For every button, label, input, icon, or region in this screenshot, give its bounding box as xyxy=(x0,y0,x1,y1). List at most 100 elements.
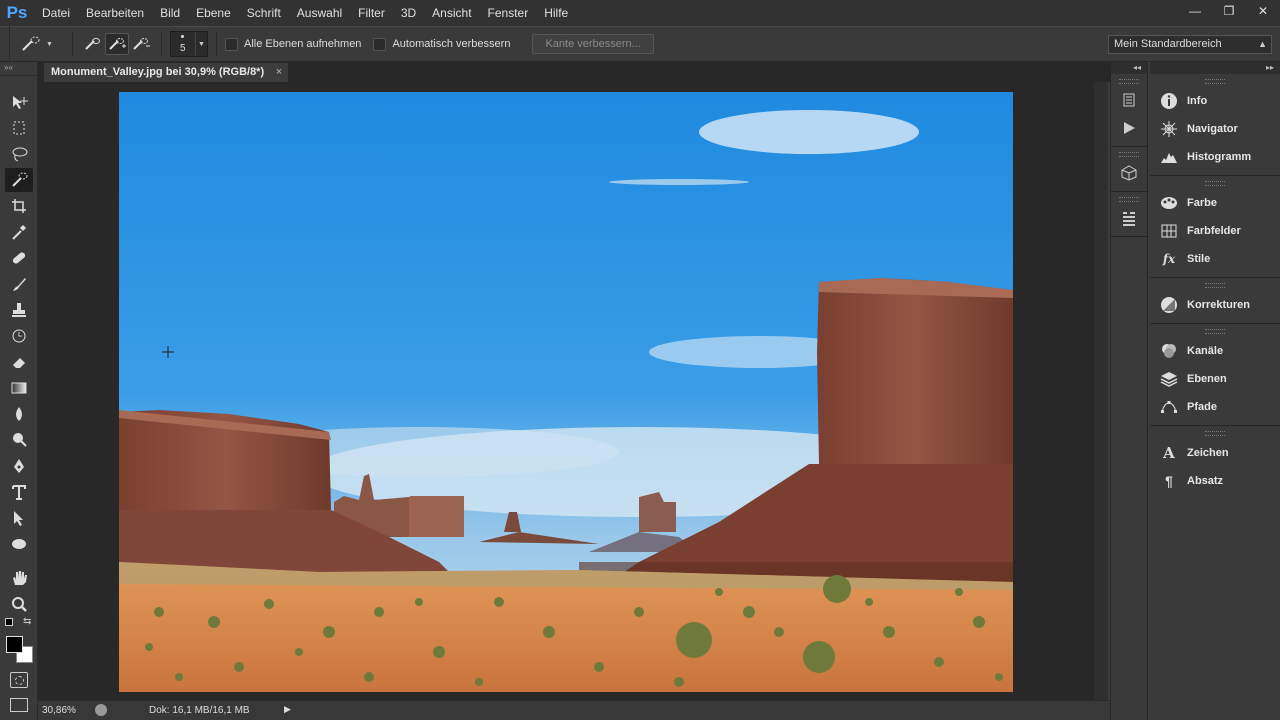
pen-tool[interactable] xyxy=(5,454,33,478)
panel-styles-label: Stile xyxy=(1187,253,1211,265)
menu-auswahl[interactable]: Auswahl xyxy=(289,0,350,26)
status-info-icon[interactable] xyxy=(95,704,107,716)
quick-mask-button[interactable] xyxy=(10,672,28,688)
blur-icon xyxy=(16,407,22,421)
subtract-from-selection-mode-button[interactable] xyxy=(129,33,153,55)
status-menu-arrow-icon[interactable]: ▶ xyxy=(284,704,291,715)
dock-grip[interactable] xyxy=(1205,329,1225,334)
actions-play-icon[interactable] xyxy=(1117,116,1141,140)
workspace-selector[interactable]: Mein Standardbereich ▲ xyxy=(1108,35,1272,54)
refine-edge-button[interactable]: Kante verbessern... xyxy=(532,34,654,54)
vertical-scrollbar[interactable] xyxy=(1094,82,1108,700)
workspace-value: Mein Standardbereich xyxy=(1114,38,1222,50)
crop-tool[interactable] xyxy=(5,194,33,218)
marquee-tool[interactable] xyxy=(5,116,33,140)
menu-schrift[interactable]: Schrift xyxy=(239,0,289,26)
type-tool[interactable] xyxy=(5,480,33,504)
panel-info[interactable]: Info xyxy=(1150,87,1280,115)
checkbox-box[interactable] xyxy=(373,37,387,51)
marquee-icon xyxy=(13,121,25,135)
history-brush-tool[interactable] xyxy=(5,324,33,348)
panel-layers[interactable]: Ebenen xyxy=(1150,365,1280,393)
swatches-icon xyxy=(1159,221,1179,241)
brush-tool[interactable] xyxy=(5,272,33,296)
dock-grip[interactable] xyxy=(1205,431,1225,436)
dock-grip[interactable] xyxy=(1119,79,1139,84)
minimize-button[interactable]: — xyxy=(1178,0,1212,22)
swap-colors-icon[interactable]: ⇆ xyxy=(23,616,31,627)
restore-button[interactable]: ❐ xyxy=(1212,0,1246,22)
history-icon[interactable] xyxy=(1117,88,1141,112)
new-selection-mode-button[interactable] xyxy=(81,33,105,55)
zoom-tool[interactable] xyxy=(5,592,33,616)
gradient-icon xyxy=(11,382,27,394)
menu-ebene[interactable]: Ebene xyxy=(188,0,239,26)
dock-grip[interactable] xyxy=(1205,181,1225,186)
screen-mode-button[interactable] xyxy=(10,698,28,712)
document-tab[interactable]: Monument_Valley.jpg bei 30,9% (RGB/8*) × xyxy=(44,63,289,82)
dodge-tool[interactable] xyxy=(5,428,33,452)
menu-fenster[interactable]: Fenster xyxy=(480,0,537,26)
panel-character[interactable]: A Zeichen xyxy=(1150,439,1280,467)
add-to-selection-mode-button[interactable] xyxy=(105,33,129,55)
panel-adjustments-label: Korrekturen xyxy=(1187,299,1250,311)
eraser-tool[interactable] xyxy=(5,350,33,374)
menu-datei[interactable]: Datei xyxy=(34,0,78,26)
brush-size-picker[interactable]: 5 ▼ xyxy=(170,31,208,57)
3d-panel-icon[interactable] xyxy=(1117,161,1141,185)
dock-collapse-toggle[interactable]: ▸▸ xyxy=(1150,62,1280,74)
eyedropper-tool[interactable] xyxy=(5,220,33,244)
zoom-level-field[interactable]: 30,86% xyxy=(42,703,90,718)
dock-collapse-toggle[interactable]: ◂◂ xyxy=(1111,62,1147,74)
panel-adjustments[interactable]: Korrekturen xyxy=(1150,291,1280,319)
menu-filter[interactable]: Filter xyxy=(350,0,393,26)
options-bar-grip[interactable] xyxy=(0,26,10,62)
history-brush-icon xyxy=(12,329,26,343)
navigator-icon xyxy=(1159,119,1179,139)
checkbox-box[interactable] xyxy=(225,37,238,51)
menu-ansicht[interactable]: Ansicht xyxy=(424,0,479,26)
default-colors-icon[interactable] xyxy=(5,618,13,626)
clone-stamp-tool[interactable] xyxy=(5,298,33,322)
close-button[interactable]: ✕ xyxy=(1246,0,1280,22)
sample-all-layers-checkbox[interactable]: Alle Ebenen aufnehmen xyxy=(225,37,361,51)
panel-channels[interactable]: Kanäle xyxy=(1150,337,1280,365)
path-selection-tool[interactable] xyxy=(5,506,33,530)
quick-selection-icon xyxy=(22,36,40,51)
hand-tool[interactable] xyxy=(5,566,33,590)
menu-bild[interactable]: Bild xyxy=(152,0,188,26)
dock-grip[interactable] xyxy=(1205,283,1225,288)
pen-icon xyxy=(14,459,24,473)
shape-tool[interactable] xyxy=(5,532,33,556)
info-icon xyxy=(1159,91,1179,111)
chevron-down-icon[interactable]: ▼ xyxy=(195,32,207,56)
panel-color[interactable]: Farbe xyxy=(1150,189,1280,217)
close-tab-icon[interactable]: × xyxy=(276,63,282,82)
menu-3d[interactable]: 3D xyxy=(393,0,424,26)
foreground-color-swatch[interactable] xyxy=(6,636,23,653)
quick-selection-tool[interactable] xyxy=(5,168,33,192)
dock-grip[interactable] xyxy=(1119,152,1139,157)
panel-styles[interactable]: fx Stile xyxy=(1150,245,1280,273)
gradient-tool[interactable] xyxy=(5,376,33,400)
tool-preset-picker[interactable]: ▼ xyxy=(20,32,64,56)
menu-hilfe[interactable]: Hilfe xyxy=(536,0,576,26)
dock-grip[interactable] xyxy=(1119,197,1139,202)
auto-enhance-checkbox[interactable]: Automatisch verbessern xyxy=(373,37,510,51)
panel-histogram[interactable]: Histogramm xyxy=(1150,143,1280,171)
document-image[interactable] xyxy=(119,92,1013,692)
panel-navigator[interactable]: Navigator xyxy=(1150,115,1280,143)
move-tool[interactable] xyxy=(5,90,33,114)
blur-tool[interactable] xyxy=(5,402,33,426)
tools-panel: »« ⇆ xyxy=(0,62,38,720)
panel-paragraph[interactable]: ¶ Absatz xyxy=(1150,467,1280,495)
tools-collapse-toggle[interactable]: »« xyxy=(0,62,37,76)
properties-icon[interactable] xyxy=(1117,206,1141,230)
dock-grip[interactable] xyxy=(1205,79,1225,84)
lasso-tool[interactable] xyxy=(5,142,33,166)
menu-bearbeiten[interactable]: Bearbeiten xyxy=(78,0,152,26)
healing-brush-tool[interactable] xyxy=(5,246,33,270)
brush-icon xyxy=(13,278,26,291)
panel-paths[interactable]: Pfade xyxy=(1150,393,1280,421)
panel-swatches[interactable]: Farbfelder xyxy=(1150,217,1280,245)
